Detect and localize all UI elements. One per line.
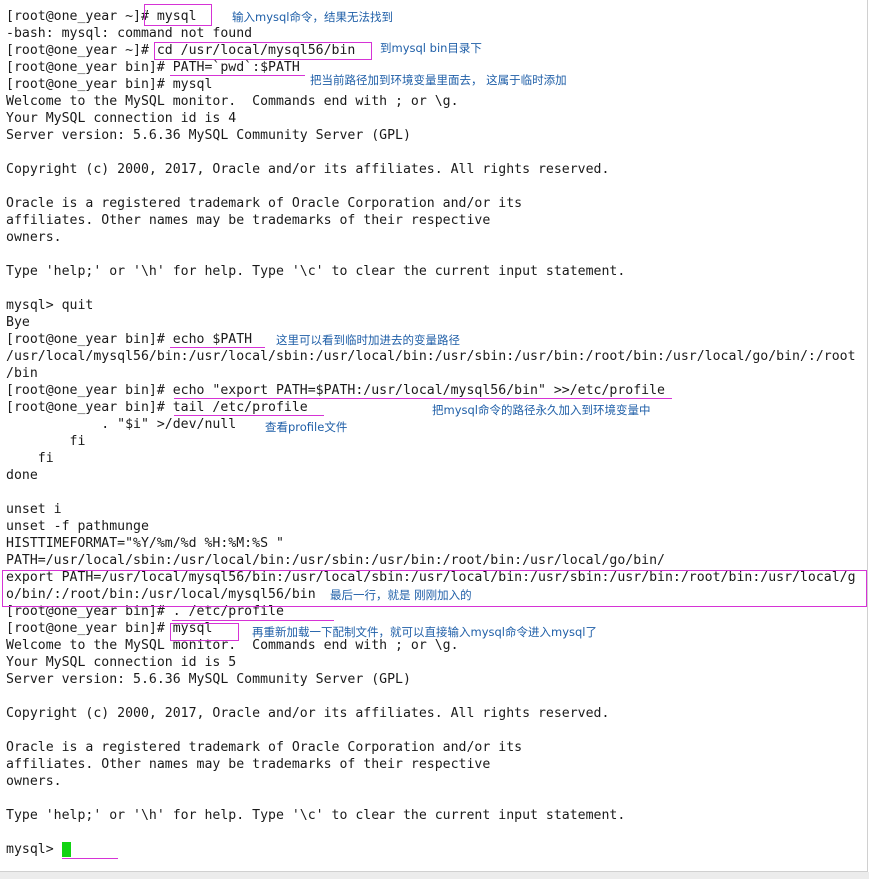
terminal-line: Your MySQL connection id is 4 [6,111,237,126]
terminal-line: PATH=/usr/local/sbin:/usr/local/bin:/usr… [6,553,665,568]
terminal-line: Server version: 5.6.36 MySQL Community S… [6,672,411,687]
terminal-line: unset -f pathmunge [6,519,149,534]
underline-path-command [170,75,305,76]
terminal-line: Server version: 5.6.36 MySQL Community S… [6,128,411,143]
terminal-cursor [62,842,71,857]
terminal-line: Welcome to the MySQL monitor. Commands e… [6,94,459,109]
terminal-line: Type 'help;' or '\h' for help. Type '\c'… [6,808,626,823]
annotation-mysql-not-found: 输入mysql命令，结果无法找到 [232,10,393,24]
terminal-line: Copyright (c) 2000, 2017, Oracle and/or … [6,706,610,721]
terminal-line: Oracle is a registered trademark of Orac… [6,740,523,755]
highlight-box-mysql-again [170,623,239,641]
highlight-box-cd-command [154,42,372,60]
terminal-line: /usr/local/mysql56/bin:/usr/local/sbin:/… [6,349,856,364]
underline-prompt [62,858,118,859]
terminal-line: Type 'help;' or '\h' for help. Type '\c'… [6,264,626,279]
terminal-line: owners. [6,230,62,245]
annotation-permanent-path: 把mysql命令的路径永久加入到环境变量中 [432,403,651,417]
terminal-window[interactable]: [root@one_year ~]# mysql -bash: mysql: c… [0,0,868,872]
terminal-line: [root@one_year bin]# echo "export PATH=$… [6,383,665,398]
terminal-line: HISTTIMEFORMAT="%Y/%m/%d %H:%M:%S " [6,536,284,551]
annotation-temp-path: 把当前路径加到环境变量里面去， 这属于临时添加 [310,73,567,87]
underline-echo-path [170,347,265,348]
annotation-last-line: 最后一行，就是 刚刚加入的 [330,588,472,602]
annotation-see-path: 这里可以看到临时加进去的变量路径 [276,333,460,347]
terminal-line: [root@one_year bin]# mysql [6,77,213,92]
terminal-line: mysql> quit [6,298,94,313]
annotation-to-bin-dir: 到mysql bin目录下 [380,41,482,55]
terminal-line: unset i [6,502,62,517]
terminal-line: Oracle is a registered trademark of Orac… [6,196,523,211]
terminal-line: fi [6,451,54,466]
terminal-line: /bin [6,366,38,381]
terminal-line: [root@one_year bin]# echo $PATH [6,332,253,347]
terminal-line: Bye [6,315,30,330]
terminal-line: affiliates. Other names may be trademark… [6,757,491,772]
underline-tail-command [174,415,324,416]
terminal-line: . "$i" >/dev/null [6,417,237,432]
terminal-line: fi [6,434,86,449]
underline-source-profile [172,620,334,621]
terminal-line: -bash: mysql: command not found [6,26,253,41]
mysql-prompt-line[interactable]: mysql> [6,841,62,858]
underline-export-command [174,398,672,399]
terminal-line: Your MySQL connection id is 5 [6,655,237,670]
terminal-line: Copyright (c) 2000, 2017, Oracle and/or … [6,162,610,177]
highlight-box-mysql-command [144,4,212,26]
annotation-reload-profile: 再重新加载一下配制文件，就可以直接输入mysql命令进入mysql了 [252,625,597,639]
terminal-line: [root@one_year bin]# PATH=`pwd`:$PATH [6,60,300,75]
terminal-line: affiliates. Other names may be trademark… [6,213,491,228]
annotation-view-profile: 查看profile文件 [265,420,348,434]
terminal-line: owners. [6,774,62,789]
status-bar [0,872,869,879]
terminal-line: [root@one_year bin]# tail /etc/profile [6,400,308,415]
terminal-line: done [6,468,38,483]
